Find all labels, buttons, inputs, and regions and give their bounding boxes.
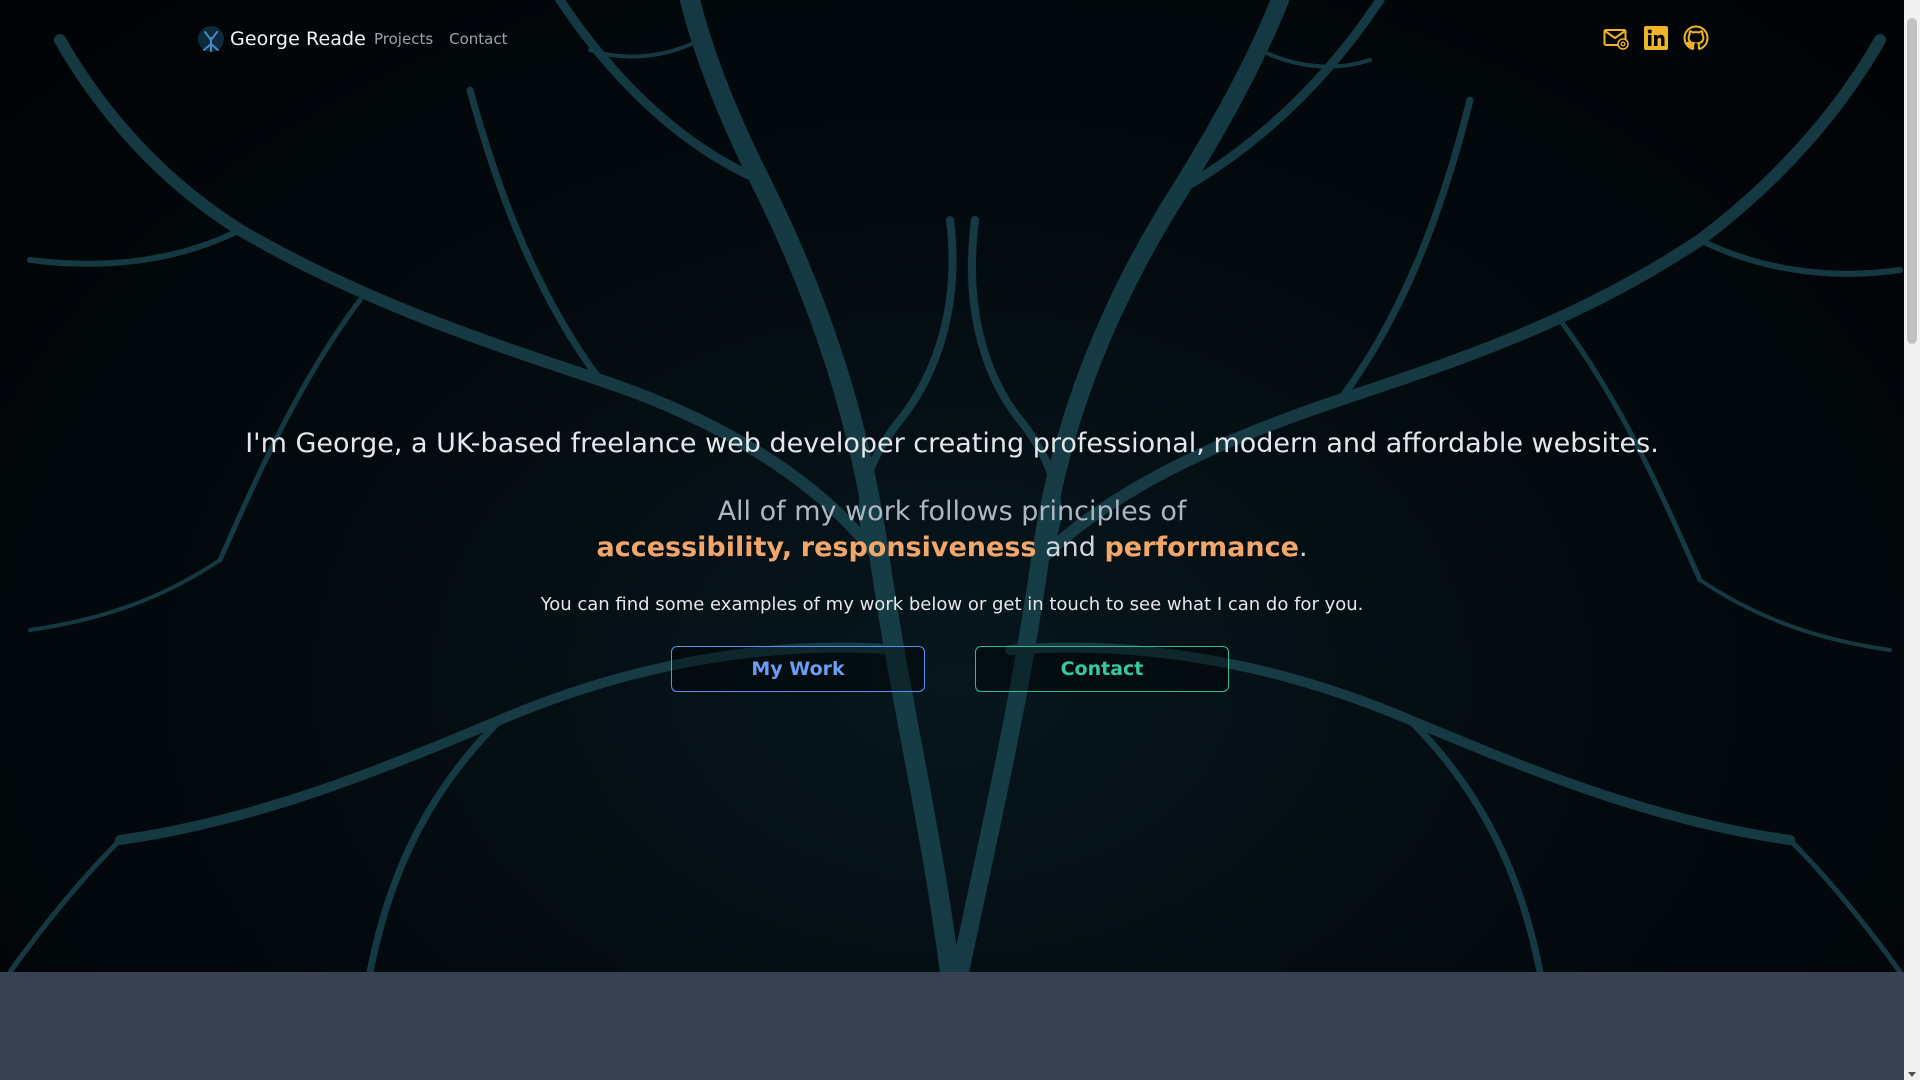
- my-work-button[interactable]: My Work: [671, 646, 925, 692]
- hero-subtext: You can find some examples of my work be…: [540, 594, 1364, 615]
- principles-lead: All of my work follows principles of: [717, 496, 1187, 527]
- tree-roots-background: [7, 0, 1903, 972]
- principles-and: and: [1045, 532, 1096, 563]
- brand-home-link[interactable]: George Reade: [196, 24, 366, 54]
- contact-button[interactable]: Contact: [975, 646, 1229, 692]
- top-navigation-bar: George Reade Projects Contact: [0, 0, 1904, 80]
- principles-line: accessibility, responsiveness and perfor…: [0, 530, 1904, 566]
- brand-name: George Reade: [230, 28, 366, 50]
- intro-heading: I'm George, a UK-based freelance web dev…: [245, 428, 1659, 459]
- tree-logo-icon: [196, 24, 226, 54]
- nav-link-contact[interactable]: Contact: [449, 30, 507, 48]
- main-nav: Projects Contact: [374, 30, 508, 48]
- github-icon[interactable]: [1683, 25, 1709, 51]
- hero-section: George Reade Projects Contact I'm George…: [0, 0, 1904, 972]
- principle-performance: performance: [1104, 532, 1299, 563]
- scrollbar-thumb[interactable]: [1907, 18, 1917, 344]
- principle-accessibility: accessibility,: [596, 532, 793, 563]
- page: George Reade Projects Contact I'm George…: [0, 0, 1920, 1080]
- principles-statement: All of my work follows principles of acc…: [0, 494, 1904, 566]
- nav-link-projects[interactable]: Projects: [374, 30, 433, 48]
- principles-period: .: [1298, 532, 1308, 563]
- linkedin-icon[interactable]: [1643, 25, 1669, 51]
- projects-section: [0, 972, 1904, 1080]
- email-icon[interactable]: [1603, 25, 1629, 51]
- scroll-down-arrow-icon[interactable]: [1908, 1072, 1916, 1077]
- vertical-scrollbar[interactable]: [1904, 0, 1920, 1080]
- social-links: [1603, 25, 1709, 51]
- principle-responsiveness: responsiveness: [800, 532, 1037, 563]
